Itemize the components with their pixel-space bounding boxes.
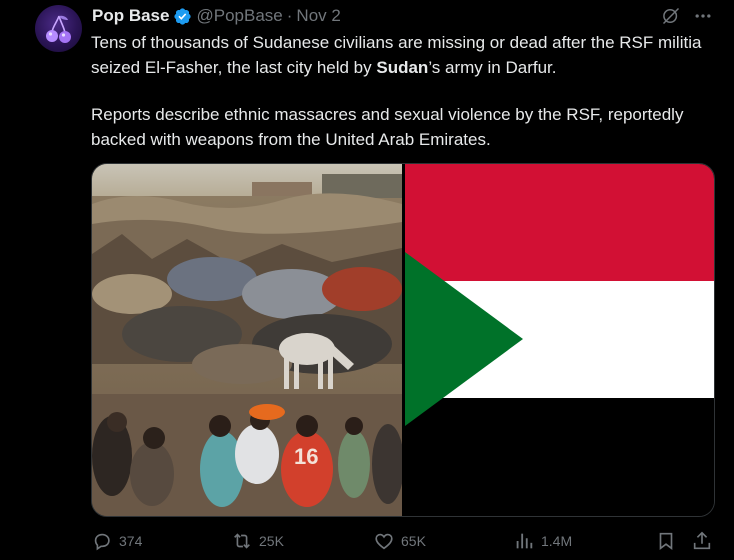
reply-count: 374 (119, 533, 143, 549)
verified-badge-icon (173, 7, 192, 26)
post-text: Tens of thousands of Sudanese civilians … (91, 30, 721, 152)
post-header: Pop Base @PopBase · Nov 2 (92, 5, 341, 27)
repost-icon (234, 533, 250, 549)
cherries-icon (46, 15, 71, 43)
repost-count: 25K (259, 533, 284, 549)
avatar[interactable] (35, 5, 82, 52)
more-icon[interactable] (693, 6, 713, 31)
post-paragraph-2: Reports describe ethnic massacres and se… (91, 105, 684, 149)
like-button[interactable]: 65K (373, 528, 426, 554)
like-icon (375, 533, 393, 550)
reply-icon (94, 533, 110, 551)
bookmark-button[interactable] (655, 528, 683, 554)
post-paragraph-1: Tens of thousands of Sudanese civilians … (91, 33, 702, 77)
svg-text:16: 16 (294, 444, 318, 469)
photo-sudan-flag[interactable] (405, 164, 714, 516)
hashtag-sudan[interactable]: Sudan (376, 58, 428, 77)
photo-displaced-civilians[interactable]: 16 (92, 164, 402, 516)
share-button[interactable] (691, 528, 719, 554)
repost-button[interactable]: 25K (231, 528, 284, 554)
views-count: 1.4M (541, 533, 573, 549)
bookmark-icon (659, 532, 673, 550)
like-count: 65K (401, 533, 426, 549)
grok-icon[interactable] (661, 6, 681, 31)
media-grid: 16 (91, 163, 715, 517)
separator-dot: · (286, 6, 293, 25)
author-handle[interactable]: @PopBase (196, 6, 282, 26)
views-button[interactable]: 1.4M (513, 528, 572, 554)
post-date[interactable]: Nov 2 (296, 6, 340, 26)
share-icon (693, 531, 711, 550)
tweet[interactable]: Pop Base @PopBase · Nov 2 Tens of thousa… (0, 0, 734, 560)
views-icon (516, 533, 533, 549)
reply-button[interactable]: 374 (91, 528, 142, 554)
author-name[interactable]: Pop Base (92, 6, 169, 26)
action-bar: 374 25K 65K 1.4M (91, 528, 721, 554)
